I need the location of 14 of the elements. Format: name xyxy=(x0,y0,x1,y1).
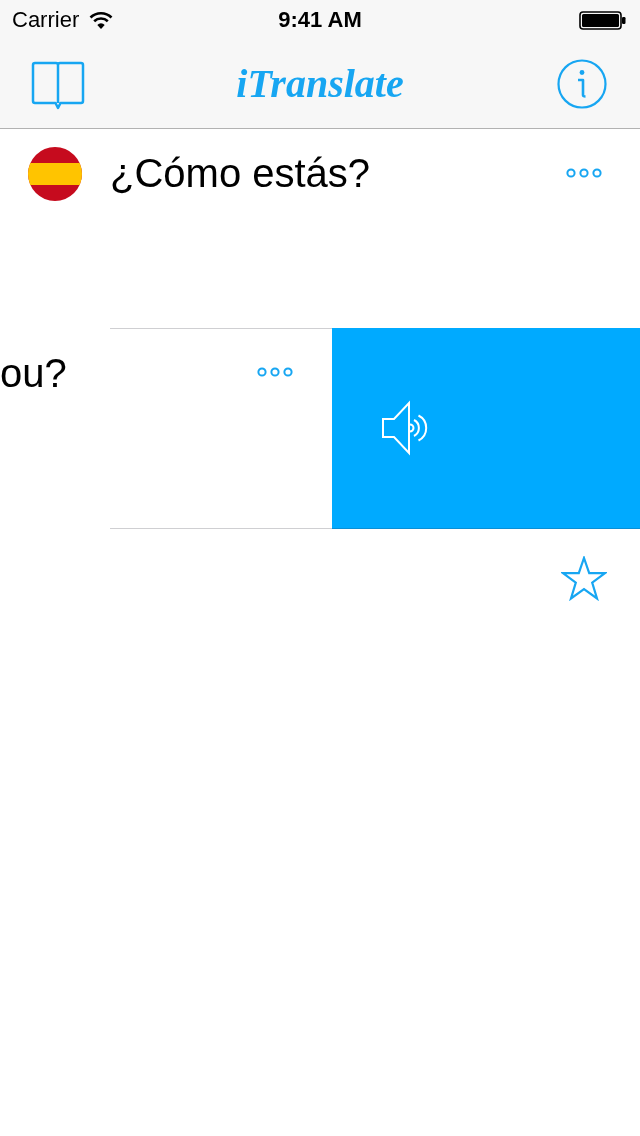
app-title: iTranslate xyxy=(236,60,404,108)
battery-icon xyxy=(579,10,626,30)
star-icon[interactable] xyxy=(561,556,607,601)
translation-text[interactable]: ou? xyxy=(0,349,67,397)
more-icon[interactable] xyxy=(257,367,293,377)
carrier-label: Carrier xyxy=(12,7,80,33)
info-icon[interactable] xyxy=(557,59,607,109)
book-icon[interactable] xyxy=(31,60,85,110)
wifi-icon xyxy=(89,11,114,29)
flag-icon[interactable] xyxy=(28,147,82,201)
source-text[interactable]: ¿Cómo estás? xyxy=(110,149,371,197)
more-icon[interactable] xyxy=(566,168,602,178)
status-time: 9:41 AM xyxy=(278,7,362,33)
speaker-icon[interactable] xyxy=(381,400,429,456)
